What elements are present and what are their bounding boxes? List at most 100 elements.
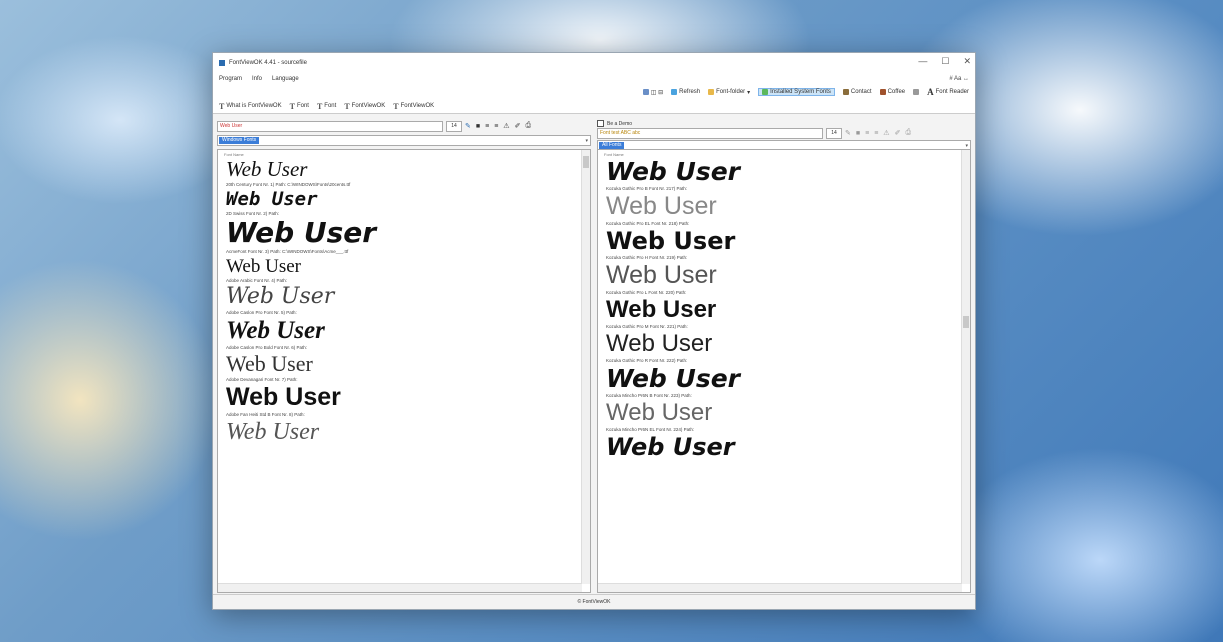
- list-item[interactable]: Web User 2D Swiss Font Nr. 2) Path:: [218, 190, 590, 217]
- tab-font-1[interactable]: T Font: [290, 102, 309, 111]
- coffee-button[interactable]: Coffee: [879, 89, 905, 95]
- left-sample-text-input[interactable]: Web User: [217, 120, 443, 132]
- font-tab-icon: T: [393, 101, 399, 111]
- list-item[interactable]: Web User Kozuka Gothic Pro L Font Nr. 22…: [598, 261, 970, 296]
- align-right-icon[interactable]: ≡: [494, 123, 498, 130]
- list-item[interactable]: Web User Adobe Caslon Pro Bold Font Nr. …: [218, 318, 590, 350]
- maximize-button[interactable]: ☐: [941, 56, 949, 67]
- status-bar: © FontViewOK: [213, 594, 975, 609]
- list-item[interactable]: Web User Kozuka Gothic Pro EL Font Nr. 2…: [598, 192, 970, 227]
- edit-icon[interactable]: ✐: [515, 122, 521, 130]
- list-item[interactable]: Web User Kozuka Gothic Pro B Font Nr. 21…: [598, 159, 970, 191]
- font-sample: Web User: [226, 157, 308, 181]
- list-item[interactable]: Web User Kozuka Gothic Pro M Font Nr. 22…: [598, 298, 970, 330]
- pen-icon[interactable]: ✎: [845, 129, 851, 137]
- font-caption: Kozuka Gothic Pro R Font Nr. 222) Path:: [606, 358, 688, 363]
- print-icon[interactable]: ⎙: [905, 129, 911, 137]
- left-style-icons: ✎ ■ ≡ ≡ ⚠ ✐ ⎙: [465, 122, 531, 130]
- menu-right-info[interactable]: # Aa ↔: [949, 76, 969, 82]
- close-button[interactable]: ✕: [963, 56, 971, 67]
- tab-fontviewok-2[interactable]: T FontViewOK: [393, 102, 434, 111]
- list-item[interactable]: Web User Adobe Devanagari Font Nr. 7) Pa…: [218, 351, 590, 383]
- menu-program[interactable]: Program: [219, 76, 242, 82]
- warning-icon[interactable]: ⚠: [503, 122, 509, 130]
- right-style-icons: ✎ ■ ≡ ≡ ⚠ ✐ ⎙: [845, 129, 911, 137]
- left-font-source-select[interactable]: Windows Fonts ▾: [217, 135, 591, 146]
- left-font-list[interactable]: Font Name Web User 20th Century Font Nr.…: [217, 149, 591, 593]
- tab-font-2[interactable]: T Font: [317, 102, 336, 111]
- left-horizontal-scrollbar[interactable]: [218, 583, 582, 592]
- left-control-row: Web User 14 ✎ ■ ≡ ≡ ⚠ ✐ ⎙: [217, 119, 591, 133]
- refresh-button[interactable]: Refresh: [671, 89, 700, 95]
- tab-fontviewok-1[interactable]: T FontViewOK: [344, 102, 385, 111]
- contact-button[interactable]: Contact: [842, 89, 872, 95]
- pen-icon[interactable]: ✎: [465, 122, 471, 130]
- chevron-down-icon: ▾: [585, 137, 588, 144]
- left-size-button[interactable]: 14: [446, 120, 462, 132]
- demo-checkbox[interactable]: [597, 120, 604, 127]
- window-controls: — ☐ ✕: [918, 56, 971, 67]
- menu-info[interactable]: Info: [252, 76, 262, 82]
- right-font-list[interactable]: Font Name Web User Kozuka Gothic Pro B F…: [597, 149, 971, 593]
- font-sample: Web User: [606, 399, 713, 426]
- status-label: © FontViewOK: [577, 599, 611, 605]
- align-icon[interactable]: ≡: [865, 130, 869, 137]
- refresh-icon: [671, 89, 678, 95]
- right-vertical-scrollbar[interactable]: [961, 150, 970, 584]
- font-sample: Web User: [606, 192, 717, 220]
- list-item[interactable]: Web User Adobe Caslon Pro Font Nr. 5) Pa…: [218, 286, 590, 316]
- font-folder-button[interactable]: Font-folder ▾: [708, 89, 750, 96]
- font-caption: Kozuka Gothic Pro B Font Nr. 217) Path:: [606, 186, 688, 191]
- left-vertical-scrollbar[interactable]: [581, 150, 590, 584]
- right-size-button[interactable]: 14: [826, 127, 842, 139]
- list-item[interactable]: Web User 20th Century Font Nr. 1) Path: …: [218, 157, 590, 188]
- font-sample: Web User: [226, 351, 313, 376]
- info-button[interactable]: [913, 89, 920, 95]
- right-horizontal-scrollbar[interactable]: [598, 583, 962, 592]
- installed-fonts-button[interactable]: Installed System Fonts: [758, 88, 835, 96]
- font-sample: Web User: [606, 364, 740, 393]
- font-caption: Adobe Arabic Font Nr. 4) Path:: [226, 278, 288, 283]
- minimize-button[interactable]: —: [918, 56, 927, 67]
- app-window: FontViewOK 4.41 - sourcefile — ☐ ✕ Progr…: [212, 52, 976, 610]
- edit-icon[interactable]: ✐: [895, 129, 901, 137]
- font-tab-icon: T: [289, 101, 295, 111]
- list-item[interactable]: Web User Kozuka Mincho Pr6N B Font Nr. 2…: [598, 366, 970, 398]
- font-sample: Web User: [606, 261, 717, 289]
- list-item[interactable]: Web User Adobe Arabic Font Nr. 4) Path:: [218, 257, 590, 283]
- list-item[interactable]: Web User Kozuka Mincho Pr6N EL Font Nr. …: [598, 399, 970, 433]
- layout-button[interactable]: ◫ ⊟: [642, 89, 663, 96]
- font-reader-icon: A: [927, 87, 934, 97]
- list-item[interactable]: Web User Kozuka Gothic Pro R Font Nr. 22…: [598, 332, 970, 364]
- font-reader-button[interactable]: A Font Reader: [927, 87, 969, 97]
- warning-icon[interactable]: ⚠: [883, 129, 889, 137]
- font-caption: 20th Century Font Nr. 1) Path: C:\WINDOW…: [226, 182, 351, 187]
- app-icon: [219, 60, 225, 66]
- font-sample: Web User: [226, 317, 325, 344]
- print-icon[interactable]: ⎙: [525, 122, 531, 130]
- window-title: FontViewOK 4.41 - sourcefile: [229, 60, 307, 66]
- list-item[interactable]: Web User Kozuka Gothic Pro H Font Nr. 21…: [598, 229, 970, 260]
- info-icon: [913, 89, 920, 95]
- tab-what-is[interactable]: T What is FontViewOK: [219, 102, 282, 111]
- right-control-row: Font test ABC abc 14 ✎ ■ ≡ ≡ ⚠ ✐ ⎙: [597, 127, 971, 139]
- bold-icon[interactable]: ■: [856, 130, 860, 137]
- font-caption: Kozuka Mincho Pr6N B Font Nr. 223) Path:: [606, 393, 692, 398]
- dropdown-arrow-icon: ▾: [747, 89, 751, 96]
- list-item[interactable]: Web User Adobe Fan Heiti Std B Font Nr. …: [218, 385, 590, 418]
- list-item[interactable]: Web User: [598, 435, 970, 459]
- font-caption: AcmeFont Font Nr. 3) Path: C:\WINDOWS\Fo…: [226, 249, 349, 254]
- menu-language[interactable]: Language: [272, 76, 299, 82]
- right-sample-text-input[interactable]: Font test ABC abc: [597, 127, 823, 139]
- list-item[interactable]: Web User: [218, 420, 590, 444]
- list-item[interactable]: Web User AcmeFont Font Nr. 3) Path: C:\W…: [218, 219, 590, 255]
- font-list-icon: [762, 89, 769, 95]
- left-scroll-thumb[interactable]: [583, 156, 589, 168]
- left-pane: Web User 14 ✎ ■ ≡ ≡ ⚠ ✐ ⎙ Windows Fonts …: [217, 119, 591, 593]
- bold-icon[interactable]: ■: [476, 123, 480, 130]
- align-icon[interactable]: ≡: [485, 123, 489, 130]
- chevron-down-icon: ▾: [965, 142, 968, 149]
- right-scroll-thumb[interactable]: [963, 316, 969, 328]
- font-caption: Kozuka Gothic Pro M Font Nr. 221) Path:: [606, 324, 688, 329]
- align-right-icon[interactable]: ≡: [874, 130, 878, 137]
